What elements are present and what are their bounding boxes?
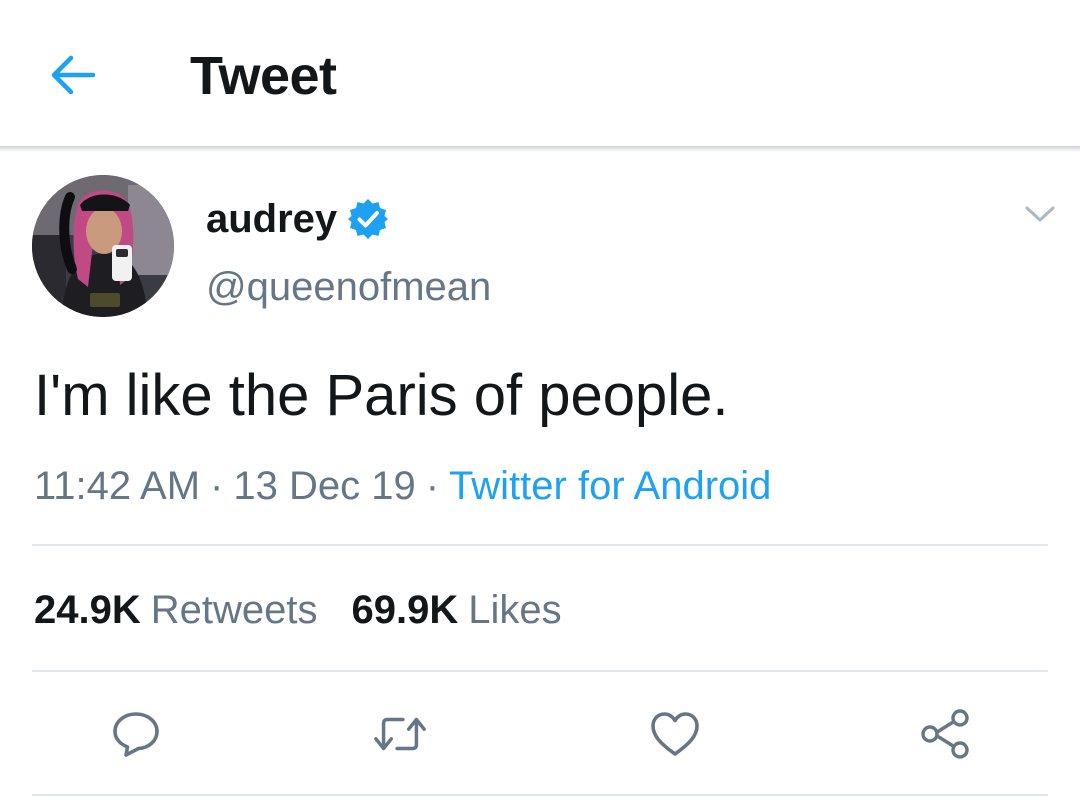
retweets-stat[interactable]: 24.9K Retweets <box>34 582 318 638</box>
back-button[interactable] <box>44 50 100 100</box>
reply-button[interactable] <box>108 706 164 762</box>
divider <box>32 670 1048 672</box>
author-name: audrey <box>206 197 338 241</box>
avatar-photo <box>32 175 174 317</box>
retweet-button[interactable] <box>372 706 428 762</box>
tweet-stats: 24.9K Retweets 69.9K Likes <box>34 582 596 638</box>
tweet-time: 11:42 AM <box>34 464 201 508</box>
share-icon <box>921 709 969 759</box>
meta-separator: · <box>210 464 224 508</box>
chevron-down-icon <box>1025 206 1055 222</box>
author-handle[interactable]: @queenofmean <box>206 262 491 312</box>
tweet-options-button[interactable] <box>1016 198 1064 230</box>
comment-icon <box>113 712 159 757</box>
retweet-icon <box>374 717 426 751</box>
heart-icon <box>651 712 699 756</box>
divider <box>32 794 1048 796</box>
retweets-count: 24.9K <box>34 588 141 632</box>
likes-count: 69.9K <box>351 588 459 632</box>
tweet-source-link[interactable]: Twitter for Android <box>449 464 771 508</box>
arrow-left-icon <box>51 55 95 95</box>
header-shadow <box>0 146 1080 152</box>
like-button[interactable] <box>647 706 703 762</box>
top-app-bar: Tweet <box>0 0 1080 146</box>
likes-stat[interactable]: 69.9K Likes <box>352 582 562 638</box>
meta-separator: · <box>425 464 440 508</box>
share-button[interactable] <box>917 706 973 762</box>
page-title: Tweet <box>190 46 337 106</box>
avatar[interactable] <box>32 175 174 317</box>
divider <box>32 544 1048 546</box>
likes-label: Likes <box>468 588 562 632</box>
tweet-date: 13 Dec 19 <box>233 464 416 508</box>
retweets-label: Retweets <box>150 588 318 632</box>
verified-badge-icon <box>347 198 389 240</box>
tweet-detail-screen: Tweet audrey @queenofmean I'm like the P… <box>0 0 1080 800</box>
tweet-text: I'm like the Paris of people. <box>34 363 729 428</box>
author-name-row[interactable]: audrey <box>206 194 389 244</box>
tweet-meta: 11:42 AM · 13 Dec 19 · Twitter for Android <box>34 458 771 514</box>
